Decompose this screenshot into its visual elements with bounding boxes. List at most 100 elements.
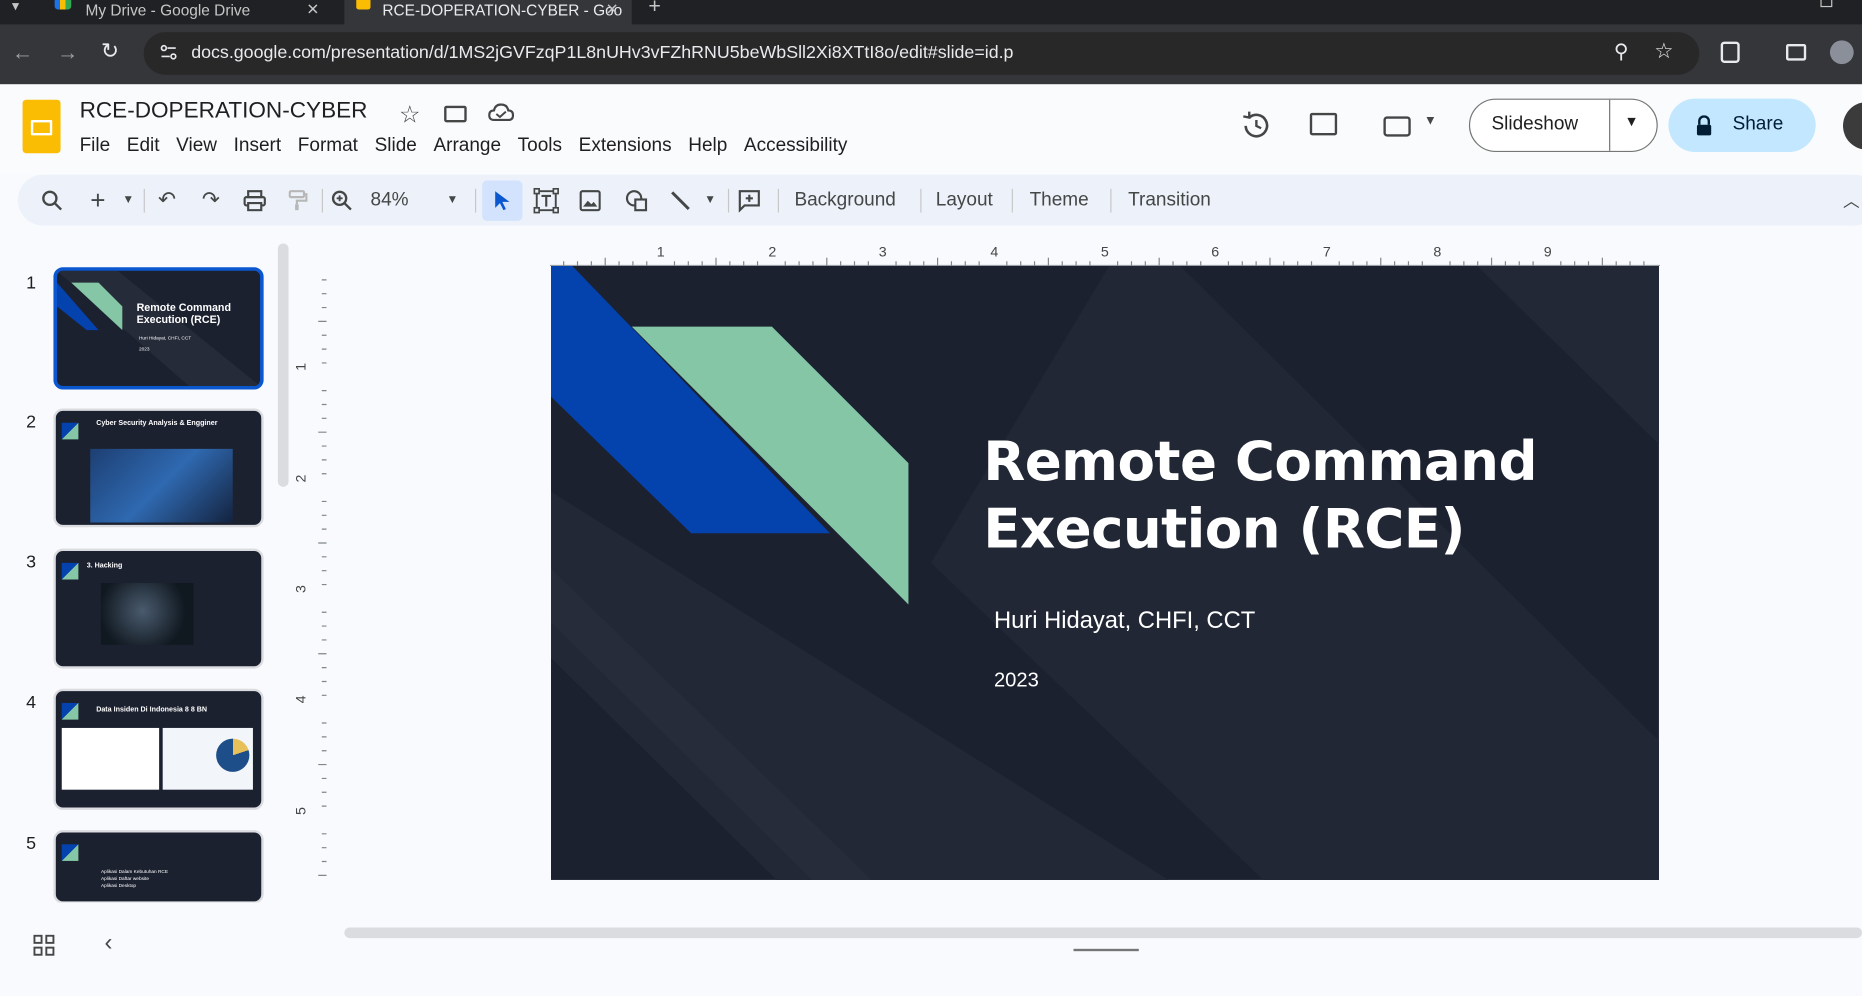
print-icon[interactable]	[243, 175, 266, 226]
new-slide-dropdown-icon[interactable]: ▼	[122, 175, 134, 226]
zoom-icon[interactable]: ⚲	[1614, 40, 1629, 64]
menu-extensions[interactable]: Extensions	[570, 135, 680, 156]
new-slide-icon[interactable]: +	[90, 175, 105, 226]
version-history-icon[interactable]	[1241, 110, 1272, 147]
menu-file[interactable]: File	[71, 135, 118, 156]
filmstrip-scrollbar[interactable]	[277, 243, 289, 487]
comments-icon[interactable]	[1309, 112, 1338, 136]
menu-tools[interactable]: Tools	[509, 135, 570, 156]
menu-edit[interactable]: Edit	[118, 135, 167, 156]
menu-accessibility[interactable]: Accessibility	[736, 135, 856, 156]
slide-thumbnail-2[interactable]: Cyber Security Analysis & Engginer	[53, 408, 264, 528]
site-info-icon[interactable]	[160, 44, 177, 61]
bookmark-star-icon[interactable]: ☆	[1654, 39, 1673, 64]
ruler-label: 4	[292, 695, 310, 704]
ruler-label: 7	[1322, 243, 1331, 261]
slide-year[interactable]: 2023	[994, 669, 1039, 693]
forward-icon[interactable]: →	[57, 40, 78, 65]
slide-author[interactable]: Huri Hidayat, CHFI, CCT	[994, 608, 1255, 635]
select-cursor-icon[interactable]	[493, 175, 512, 226]
zoom-select[interactable]: 84%	[371, 175, 409, 226]
share-button[interactable]: Share	[1668, 98, 1816, 152]
reload-icon[interactable]: ↻	[101, 39, 119, 64]
move-folder-icon[interactable]	[444, 105, 467, 123]
thumb-logo-stripes	[61, 703, 79, 720]
slides-logo-icon[interactable]	[22, 99, 61, 154]
slide-title[interactable]: Remote Command Execution (RCE)	[983, 428, 1537, 563]
slide-thumbnail-4[interactable]: Data Insiden Di Indonesia 8 8 BN	[53, 688, 264, 810]
thumb-logo-stripes	[61, 562, 79, 580]
new-tab-icon[interactable]: +	[648, 0, 660, 19]
line-icon[interactable]	[669, 175, 693, 226]
side-panel-icon[interactable]	[1786, 43, 1807, 61]
collapse-toolbar-icon[interactable]: ︿	[1843, 175, 1860, 226]
window-restore-icon[interactable]	[1820, 0, 1833, 8]
background-button[interactable]: Background	[794, 175, 895, 226]
theme-button[interactable]: Theme	[1030, 175, 1089, 226]
thumb-logo-stripes	[61, 844, 79, 861]
menu-slide[interactable]: Slide	[366, 135, 425, 156]
tab-my-drive[interactable]: My Drive - Google Drive ✕	[43, 0, 338, 25]
slide-canvas[interactable]: Remote Command Execution (RCE) Huri Hida…	[551, 266, 1659, 880]
shape-icon[interactable]	[625, 175, 649, 226]
transition-button[interactable]: Transition	[1128, 175, 1211, 226]
text-box-icon[interactable]	[533, 175, 559, 226]
ruler-label: 3	[878, 243, 887, 261]
slideshow-dropdown-icon[interactable]: ▼	[1625, 113, 1639, 130]
search-menus-icon[interactable]	[42, 175, 63, 226]
extensions-icon[interactable]	[1720, 41, 1740, 63]
canvas-horizontal-scrollbar[interactable]	[344, 927, 1862, 939]
paint-format-icon[interactable]	[288, 175, 308, 226]
ruler-label: 3	[292, 585, 310, 593]
slide-number: 5	[26, 833, 37, 854]
meet-icon[interactable]	[1383, 116, 1411, 137]
menu-help[interactable]: Help	[680, 135, 736, 156]
vertical-ruler-labels: 1 2 3 4 5	[293, 266, 316, 884]
browser-tab-bar: ▾ My Drive - Google Drive ✕ RCE-DOPERATI…	[0, 0, 1862, 25]
zoom-icon[interactable]	[331, 175, 352, 226]
profile-avatar[interactable]	[1829, 40, 1854, 65]
document-title[interactable]: RCE-DOPERATION-CYBER	[80, 99, 368, 125]
zoom-dropdown-icon[interactable]: ▼	[447, 175, 459, 226]
slide-thumbnail-1[interactable]: Remote Command Execution (RCE) Huri Hida…	[53, 267, 264, 390]
address-bar-row: ← → ↻ docs.google.com/presentation/d/1MS…	[0, 24, 1862, 85]
ruler-label: 5	[292, 807, 310, 816]
tab-slides[interactable]: RCE-DOPERATION-CYBER - Goo ✕	[344, 0, 632, 25]
divider	[321, 188, 323, 213]
add-comment-icon[interactable]	[737, 175, 761, 226]
undo-icon[interactable]: ↶	[158, 175, 176, 226]
slide-background-shapes	[551, 266, 1659, 880]
divider	[475, 188, 477, 213]
image-icon[interactable]	[579, 175, 601, 226]
tab-close-icon[interactable]: ✕	[306, 0, 319, 19]
divider	[1110, 188, 1112, 213]
divider	[727, 188, 730, 213]
ruler-label: 6	[1211, 243, 1220, 261]
meet-dropdown-icon[interactable]: ▼	[1424, 114, 1437, 128]
thumb-photo	[90, 448, 233, 523]
star-icon[interactable]: ☆	[399, 100, 420, 130]
slide-thumbnail-5[interactable]: Aplikasi Dalam Kebutuhan RCE Aplikasi Da…	[53, 830, 264, 904]
ruler-label: 4	[990, 243, 999, 261]
back-icon[interactable]: ←	[12, 40, 33, 65]
tab-search-icon[interactable]: ▾	[12, 0, 19, 14]
menu-insert[interactable]: Insert	[225, 135, 289, 156]
slide-thumbnail-3[interactable]: 3. Hacking	[53, 548, 264, 669]
redo-icon[interactable]: ↷	[202, 175, 220, 226]
line-dropdown-icon[interactable]: ▼	[704, 175, 716, 226]
menu-arrange[interactable]: Arrange	[425, 135, 509, 156]
omnibox[interactable]: docs.google.com/presentation/d/1MS2jGVFz…	[143, 32, 1700, 75]
menu-view[interactable]: View	[168, 135, 225, 156]
collapse-filmstrip-icon[interactable]: ‹	[105, 930, 113, 957]
speaker-notes-handle[interactable]	[1073, 948, 1139, 952]
tab-title: My Drive - Google Drive	[85, 1, 251, 19]
tab-close-icon[interactable]: ✕	[606, 0, 619, 19]
account-avatar[interactable]	[1843, 102, 1862, 150]
ruler-label: 5	[1100, 243, 1109, 261]
slideshow-button[interactable]: Slideshow ▼	[1468, 98, 1658, 152]
cloud-status-icon[interactable]	[488, 103, 515, 128]
grid-view-icon[interactable]	[33, 934, 55, 962]
menu-format[interactable]: Format	[289, 135, 366, 156]
ruler-label: 2	[768, 243, 777, 261]
layout-button[interactable]: Layout	[936, 175, 993, 226]
